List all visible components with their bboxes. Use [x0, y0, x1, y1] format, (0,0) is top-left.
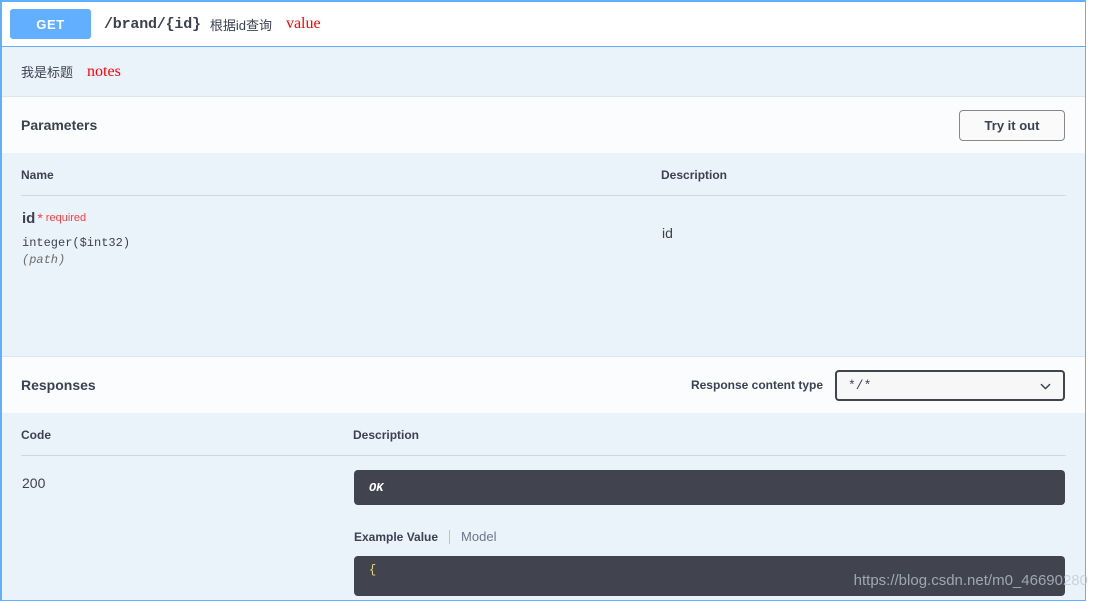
- tab-model[interactable]: Model: [461, 529, 496, 544]
- response-example-code-block: {: [354, 556, 1065, 596]
- parameter-name-cell: id * required integer($int32) (path): [21, 196, 661, 269]
- responses-table-area: Code Description 200 OK Example Value Mo…: [2, 413, 1085, 600]
- parameter-location: (path): [22, 253, 66, 267]
- operation-summary-bar[interactable]: GET /brand/{id} 根据id查询 value: [2, 2, 1085, 47]
- table-row: id * required integer($int32) (path) id: [21, 196, 1066, 269]
- parameters-table-header-row: Name Description: [21, 153, 1066, 196]
- responses-table-header-row: Code Description: [21, 413, 1066, 456]
- operation-value-annotation: value: [285, 15, 321, 32]
- responses-col-code: Code: [21, 413, 353, 456]
- parameters-table: Name Description id * required integer($in…: [21, 153, 1066, 268]
- operation-block: GET /brand/{id} 根据id查询 value 我是标题 notes …: [0, 0, 1086, 601]
- response-status-code-block: OK: [354, 470, 1065, 505]
- operation-notes-annotation: notes: [87, 62, 121, 80]
- parameter-name: id: [22, 210, 36, 227]
- response-content-type-value: */*: [848, 377, 872, 393]
- response-content-type-select[interactable]: */*: [835, 369, 1065, 401]
- parameters-title: Parameters: [21, 117, 98, 133]
- http-method-badge: GET: [10, 9, 91, 39]
- parameter-type: integer($int32): [22, 236, 131, 250]
- try-it-out-button[interactable]: Try it out: [959, 109, 1065, 141]
- response-content-type-group: Response content type */*: [690, 369, 1065, 401]
- tab-example-value[interactable]: Example Value: [354, 530, 438, 544]
- operation-summary-text: 根据id查询: [209, 17, 272, 33]
- response-content-type-label: Response content type: [690, 378, 823, 392]
- responses-table: Code Description 200 OK Example Value Mo…: [21, 413, 1066, 597]
- response-code-cell: 200: [21, 456, 353, 598]
- operation-notes-row: 我是标题 notes: [2, 47, 1085, 97]
- tab-separator: [449, 529, 451, 544]
- response-example-tabs: Example Value Model: [354, 529, 1065, 544]
- operation-path: /brand/{id}: [104, 15, 201, 33]
- parameters-col-name: Name: [21, 153, 661, 196]
- table-row: 200 OK Example Value Model {: [21, 456, 1066, 598]
- responses-col-description: Description: [353, 413, 1066, 456]
- required-star-icon: *: [37, 210, 43, 226]
- parameter-description-cell: id: [661, 196, 1066, 269]
- parameters-section-header: Parameters Try it out: [2, 97, 1085, 153]
- parameters-table-area: Name Description id * required integer($in…: [2, 153, 1085, 356]
- parameter-required-label: required: [45, 212, 87, 224]
- responses-title: Responses: [21, 377, 96, 393]
- response-code: 200: [22, 475, 46, 491]
- parameters-col-description: Description: [661, 153, 1066, 196]
- responses-section-header: Responses Response content type */*: [2, 357, 1085, 413]
- chevron-down-icon: [1040, 383, 1051, 389]
- operation-notes-title: 我是标题: [21, 65, 74, 80]
- parameter-description: id: [662, 225, 673, 241]
- parameter-name-line: id * required: [22, 210, 660, 227]
- response-description-cell: OK Example Value Model {: [353, 456, 1066, 598]
